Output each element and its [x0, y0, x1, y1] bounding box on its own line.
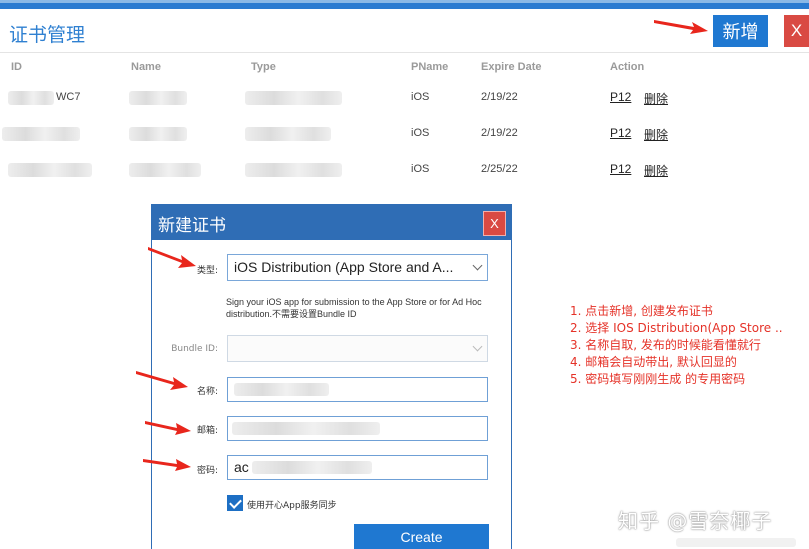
name-field[interactable] — [227, 377, 488, 402]
redacted-email-value — [232, 422, 380, 435]
type-hint-text: Sign your iOS app for submission to the … — [226, 297, 482, 319]
redacted-name — [129, 127, 187, 141]
close-button[interactable]: X — [784, 15, 809, 47]
create-button[interactable]: Create — [354, 524, 489, 549]
note-step-3: 3. 名称自取, 发布的时候能看懂就行 — [570, 338, 761, 352]
arrow-to-type-icon — [148, 247, 196, 268]
window-top-band-highlight — [0, 0, 809, 3]
row-pname: iOS — [411, 163, 430, 175]
redacted-type — [245, 91, 342, 105]
redacted-type — [245, 127, 331, 141]
bundle-id-select[interactable] — [227, 335, 488, 362]
arrow-to-add-button-icon — [654, 20, 708, 34]
note-step-1: 1. 点击新增, 创建发布证书 — [570, 304, 713, 318]
column-action: Action — [610, 61, 645, 73]
redacted-password-value — [252, 461, 372, 474]
redacted-id — [8, 91, 54, 105]
new-certificate-dialog: 新建证书 X 类型: iOS Distribution (App Store a… — [151, 204, 512, 549]
watermark: 知乎 @雪奈椰子 — [618, 509, 773, 533]
arrow-to-email-icon — [145, 421, 191, 435]
sync-checkbox-label: 使用开心App服务同步 — [247, 501, 337, 511]
dialog-close-button[interactable]: X — [483, 211, 506, 236]
table-row: iOS 2/19/22 P12 删除 — [0, 116, 809, 152]
watermark-faint-url — [676, 538, 796, 547]
download-p12-link[interactable]: P12 — [610, 126, 631, 140]
row-expire-date: 2/19/22 — [481, 91, 518, 103]
redacted-name-value — [234, 383, 329, 396]
note-step-5: 5. 密码填写刚刚生成 的专用密码 — [570, 372, 746, 386]
arrow-to-name-icon — [136, 371, 188, 390]
row-id: WC7 — [56, 91, 81, 103]
redacted-name — [129, 163, 201, 177]
page-title: 证书管理 — [9, 24, 86, 46]
redacted-type — [245, 163, 342, 177]
row-pname: iOS — [411, 127, 430, 139]
password-field[interactable]: ac — [227, 455, 488, 480]
bundle-id-label: Bundle ID: — [171, 344, 218, 354]
download-p12-link[interactable]: P12 — [610, 90, 631, 104]
column-id: ID — [11, 61, 22, 73]
delete-link[interactable]: 删除 — [644, 126, 668, 143]
chevron-down-icon — [472, 260, 483, 271]
row-expire-date: 2/25/22 — [481, 163, 518, 175]
redacted-id — [2, 127, 80, 141]
column-name: Name — [131, 61, 161, 73]
row-expire-date: 2/19/22 — [481, 127, 518, 139]
column-pname: PName — [411, 61, 449, 73]
table-row: iOS 2/25/22 P12 删除 — [0, 152, 809, 188]
email-field[interactable] — [227, 416, 488, 441]
delete-link[interactable]: 删除 — [644, 90, 668, 107]
sync-checkbox[interactable] — [227, 495, 243, 511]
column-expire-date: Expire Date — [481, 61, 542, 73]
column-type: Type — [251, 61, 276, 73]
redacted-id — [8, 163, 92, 177]
add-button[interactable]: 新增 — [713, 15, 768, 47]
table-header: ID Name Type PName Expire Date Action — [0, 52, 809, 80]
delete-link[interactable]: 删除 — [644, 162, 668, 179]
arrow-to-password-icon — [143, 459, 191, 471]
row-pname: iOS — [411, 91, 430, 103]
dialog-header: 新建证书 X — [152, 205, 511, 240]
note-step-4: 4. 邮箱会自动带出, 默认回显的 — [570, 355, 737, 369]
download-p12-link[interactable]: P12 — [610, 162, 631, 176]
note-step-2: 2. 选择 IOS Distribution(App Store .. — [570, 321, 783, 335]
type-select[interactable]: iOS Distribution (App Store and A... — [227, 254, 488, 281]
type-select-value: iOS Distribution (App Store and A... — [234, 259, 454, 275]
dialog-title: 新建证书 — [158, 216, 226, 236]
table-row: WC7 iOS 2/19/22 P12 删除 — [0, 80, 809, 116]
chevron-down-icon — [472, 341, 483, 352]
redacted-name — [129, 91, 187, 105]
instruction-notes: 1. 点击新增, 创建发布证书 2. 选择 IOS Distribution(A… — [570, 303, 783, 388]
password-value: ac — [234, 459, 249, 475]
